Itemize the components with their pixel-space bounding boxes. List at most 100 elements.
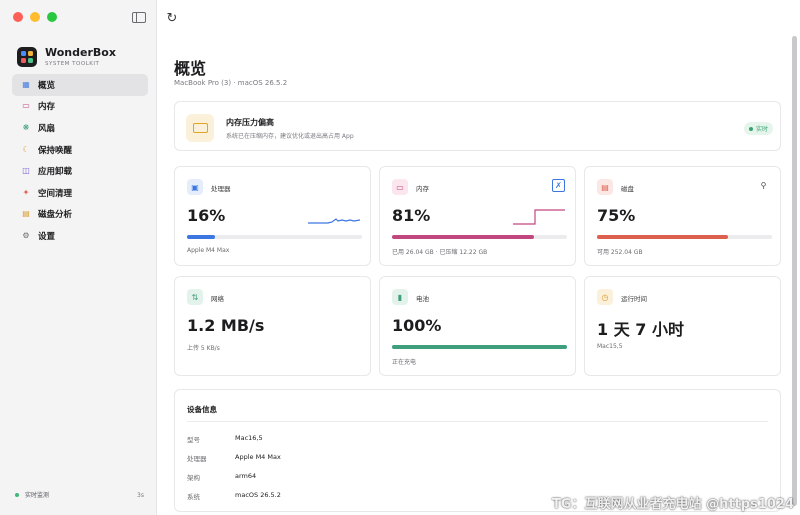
sidebar-item-label: 空间清理 xyxy=(38,188,73,199)
main-content: 概览 MacBook Pro (3) · macOS 26.5.2 内存压力偏高… xyxy=(172,0,784,515)
memory-icon: ▭ xyxy=(392,179,408,195)
battery-icon: ▮ xyxy=(392,289,408,305)
disk-note: 可用 252.04 GB xyxy=(597,249,643,256)
sidebar-item-settings[interactable]: ⚙ 设置 xyxy=(12,225,148,247)
sidebar-item-uninstall[interactable]: ◫ 应用卸载 xyxy=(12,160,148,182)
device-row-key: 型号 xyxy=(187,436,200,444)
battery-progress-fill xyxy=(392,345,567,349)
memory-optimize-icon[interactable]: ✗ xyxy=(552,179,565,192)
clock-icon: ◷ xyxy=(597,289,613,305)
battery-note: 正在充电 xyxy=(392,359,417,366)
zoom-window-button[interactable] xyxy=(47,12,57,22)
network-arrows-icon: ⇅ xyxy=(187,289,203,305)
disk-label: 磁盘 xyxy=(621,185,634,193)
cpu-card[interactable]: ▣ 处理器 16% Apple M4 Max xyxy=(174,166,371,266)
memory-note: 已用 26.04 GB · 已压缩 12.22 GB xyxy=(392,249,488,256)
device-row-value: arm64 xyxy=(235,472,257,480)
sidebar-item-overview[interactable]: ▦ 概览 xyxy=(12,74,148,96)
device-row-key: 架构 xyxy=(187,474,200,482)
moon-icon: ☾ xyxy=(22,144,30,154)
uptime-value: 1 天 7 小时 xyxy=(597,320,684,339)
fan-icon: ❋ xyxy=(22,122,30,132)
alert-title: 内存压力偏高 xyxy=(226,118,274,127)
battery-progress xyxy=(392,345,567,349)
device-row-os: 系统 macOS 26.5.2 xyxy=(187,491,281,501)
sidebar-item-label: 应用卸载 xyxy=(38,167,73,178)
brand: WonderBox SYSTEM TOOLKIT xyxy=(17,46,116,67)
cpu-progress-fill xyxy=(187,235,215,239)
box-icon: ◫ xyxy=(22,166,30,176)
badge-label: 实时 xyxy=(755,126,768,133)
cpu-value: 16% xyxy=(187,206,226,225)
status-badge: 实时 xyxy=(743,122,773,135)
sidebar-toggle-icon[interactable] xyxy=(132,12,146,23)
sidebar-item-label: 设置 xyxy=(38,231,56,242)
battery-card[interactable]: ▮ 电池 100% 正在充电 xyxy=(379,276,576,376)
memory-value: 81% xyxy=(392,206,431,225)
device-row-value: macOS 26.5.2 xyxy=(235,491,281,499)
badge-dot-icon xyxy=(748,126,753,131)
uptime-note: Mac15,5 xyxy=(597,343,623,350)
memory-pressure-alert: 内存压力偏高 系统已在压缩内存，建议优化或退出高占用 App 实时 xyxy=(174,101,781,151)
app-subtitle: SYSTEM TOOLKIT xyxy=(45,61,100,67)
disk-icon: ▤ xyxy=(597,179,613,195)
sidebar-item-keep-awake[interactable]: ☾ 保持唤醒 xyxy=(12,139,148,161)
alert-description: 系统已在压缩内存，建议优化或退出高占用 App xyxy=(226,133,354,140)
device-info-title: 设备信息 xyxy=(187,405,217,414)
network-label: 网络 xyxy=(211,295,224,303)
sidebar-item-fan[interactable]: ❋ 风扇 xyxy=(12,117,148,139)
refresh-interval: 3s xyxy=(137,492,144,499)
device-row-model: 型号 Mac16,5 xyxy=(187,434,263,444)
device-row-arch: 架构 arm64 xyxy=(187,472,256,482)
minimize-window-button[interactable] xyxy=(30,12,40,22)
disk-icon: ▤ xyxy=(22,209,30,219)
cpu-sparkline xyxy=(308,218,360,224)
uptime-card[interactable]: ◷ 运行时间 1 天 7 小时 Mac15,5 xyxy=(584,276,781,376)
live-dot-icon xyxy=(15,492,19,497)
memory-icon: ▭ xyxy=(22,101,30,111)
device-subtitle: MacBook Pro (3) · macOS 26.5.2 xyxy=(174,79,288,87)
sidebar-item-memory[interactable]: ▭ 内存 xyxy=(12,96,148,118)
watermark: TG：互联网从业者充电站 @https1024 xyxy=(552,497,794,512)
window-controls xyxy=(13,12,57,22)
disk-progress xyxy=(597,235,772,239)
sidebar-item-label: 风扇 xyxy=(38,123,56,134)
device-row-value: Mac16,5 xyxy=(235,434,263,442)
battery-value: 100% xyxy=(392,316,442,335)
device-row-key: 系统 xyxy=(187,493,200,501)
sidebar-item-disk-analysis[interactable]: ▤ 磁盘分析 xyxy=(12,204,148,226)
memory-progress-fill xyxy=(392,235,534,239)
sidebar-item-label: 保持唤醒 xyxy=(38,145,73,156)
network-note: 上传 5 KB/s xyxy=(187,345,220,352)
sidebar-item-label: 概览 xyxy=(38,80,56,91)
network-card[interactable]: ⇅ 网络 1.2 MB/s 上传 5 KB/s xyxy=(174,276,371,376)
memory-sparkline xyxy=(513,209,565,225)
device-row-key: 处理器 xyxy=(187,455,207,463)
page-title: 概览 xyxy=(174,59,207,78)
sidebar-nav: ▦ 概览 ▭ 内存 ❋ 风扇 ☾ 保持唤醒 ◫ 应用卸载 ✦ 空间清理 ▤ 磁盘… xyxy=(12,74,148,247)
sidebar-item-label: 内存 xyxy=(38,102,56,113)
gear-icon: ⚙ xyxy=(22,230,30,240)
scrollbar[interactable] xyxy=(792,36,797,506)
sidebar-item-label: 磁盘分析 xyxy=(38,210,73,221)
sidebar-item-cleanup[interactable]: ✦ 空间清理 xyxy=(12,182,148,204)
device-row-processor: 处理器 Apple M4 Max xyxy=(187,453,281,463)
disk-card[interactable]: ▤ 磁盘 ⚲ 75% 可用 252.04 GB xyxy=(584,166,781,266)
cpu-progress xyxy=(187,235,362,239)
live-label: 实时监测 xyxy=(25,492,50,499)
app-name: WonderBox xyxy=(45,46,116,59)
disk-value: 75% xyxy=(597,206,636,225)
cpu-note: Apple M4 Max xyxy=(187,247,230,254)
device-row-value: Apple M4 Max xyxy=(235,453,281,461)
grid-icon: ▦ xyxy=(22,79,30,89)
battery-label: 电池 xyxy=(416,295,429,303)
uptime-label: 运行时间 xyxy=(621,295,647,303)
network-value: 1.2 MB/s xyxy=(187,316,265,335)
live-status: 实时监测 xyxy=(15,490,49,499)
close-window-button[interactable] xyxy=(13,12,23,22)
app-logo xyxy=(17,46,37,67)
memory-chip-icon xyxy=(186,114,214,142)
divider xyxy=(187,421,768,422)
search-icon[interactable]: ⚲ xyxy=(757,179,770,192)
memory-card[interactable]: ▭ 内存 ✗ 81% 已用 26.04 GB · 已压缩 12.22 GB xyxy=(379,166,576,266)
